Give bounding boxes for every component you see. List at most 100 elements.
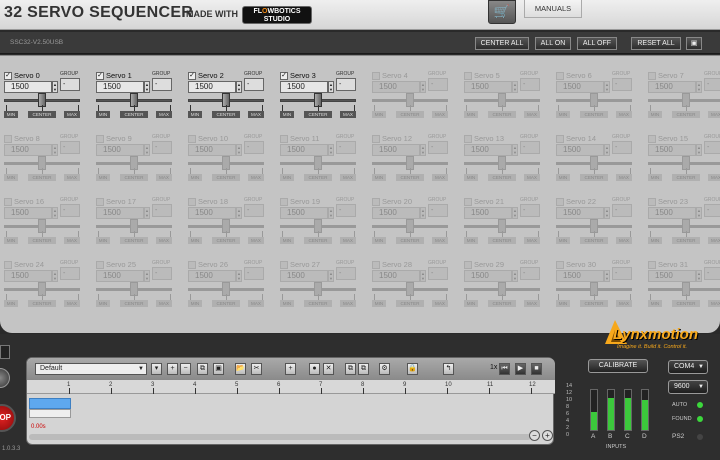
servo-value-input[interactable]: 1500 bbox=[648, 81, 696, 93]
group-select[interactable]: - bbox=[60, 141, 80, 154]
value-stepper[interactable]: ▲ ▼ bbox=[420, 144, 426, 156]
max-button[interactable]: MAX bbox=[340, 174, 356, 181]
servo-enable-checkbox[interactable] bbox=[280, 198, 288, 206]
servo-enable-checkbox[interactable] bbox=[648, 135, 656, 143]
servo-value-input[interactable]: 1500 bbox=[188, 144, 236, 156]
center-button[interactable]: CENTER bbox=[28, 174, 56, 181]
sequence-step-track[interactable] bbox=[29, 409, 71, 418]
group-select[interactable]: - bbox=[152, 141, 172, 154]
value-stepper[interactable]: ▲ ▼ bbox=[52, 144, 58, 156]
min-button[interactable]: MIN bbox=[464, 300, 478, 307]
servo-enable-checkbox[interactable] bbox=[4, 261, 12, 269]
max-button[interactable]: MAX bbox=[616, 237, 632, 244]
group-select[interactable]: - bbox=[704, 267, 720, 280]
value-stepper[interactable]: ▲ ▼ bbox=[144, 270, 150, 282]
servo-value-input[interactable]: 1500 bbox=[556, 144, 604, 156]
center-button[interactable]: CENTER bbox=[672, 237, 700, 244]
group-select[interactable]: - bbox=[152, 204, 172, 217]
center-button[interactable]: CENTER bbox=[120, 111, 148, 118]
min-button[interactable]: MIN bbox=[648, 300, 662, 307]
sequencer-button[interactable]: ↰ bbox=[443, 363, 454, 375]
max-button[interactable]: MAX bbox=[248, 174, 264, 181]
value-stepper[interactable]: ▲ ▼ bbox=[604, 81, 610, 93]
all-off-button[interactable]: ALL OFF bbox=[577, 37, 617, 50]
timeline-scrollbar[interactable] bbox=[29, 434, 531, 440]
servo-enable-checkbox[interactable] bbox=[648, 198, 656, 206]
value-stepper[interactable]: ▲ ▼ bbox=[696, 81, 702, 93]
value-stepper[interactable]: ▲ ▼ bbox=[144, 81, 150, 93]
center-button[interactable]: CENTER bbox=[120, 237, 148, 244]
sequencer-button[interactable]: ⧉ bbox=[345, 363, 356, 375]
group-select[interactable]: - bbox=[612, 267, 632, 280]
side-handle[interactable] bbox=[0, 345, 10, 359]
min-button[interactable]: MIN bbox=[648, 174, 662, 181]
sequencer-button[interactable]: ⧉ bbox=[197, 363, 208, 375]
sequencer-button[interactable]: ▣ bbox=[213, 363, 224, 375]
servo-enable-checkbox[interactable]: ✓ bbox=[4, 72, 12, 80]
sequencer-button[interactable]: + bbox=[167, 363, 178, 375]
value-stepper[interactable]: ▲ ▼ bbox=[236, 144, 242, 156]
center-button[interactable]: CENTER bbox=[396, 174, 424, 181]
min-button[interactable]: MIN bbox=[464, 174, 478, 181]
min-button[interactable]: MIN bbox=[96, 174, 110, 181]
max-button[interactable]: MAX bbox=[432, 237, 448, 244]
servo-value-input[interactable]: 1500 bbox=[280, 270, 328, 282]
servo-value-input[interactable]: 1500 bbox=[372, 144, 420, 156]
servo-enable-checkbox[interactable] bbox=[464, 72, 472, 80]
min-button[interactable]: MIN bbox=[280, 237, 294, 244]
max-button[interactable]: MAX bbox=[708, 237, 720, 244]
servo-enable-checkbox[interactable] bbox=[372, 72, 380, 80]
sequencer-button[interactable]: ⚙ bbox=[379, 363, 390, 375]
max-button[interactable]: MAX bbox=[156, 111, 172, 118]
max-button[interactable]: MAX bbox=[524, 111, 540, 118]
sequencer-button[interactable]: ✂ bbox=[251, 363, 262, 375]
calibrate-button[interactable]: CALIBRATE bbox=[588, 359, 648, 373]
center-button[interactable]: CENTER bbox=[488, 300, 516, 307]
min-button[interactable]: MIN bbox=[556, 237, 570, 244]
min-button[interactable]: MIN bbox=[280, 300, 294, 307]
min-button[interactable]: MIN bbox=[648, 237, 662, 244]
servo-value-input[interactable]: 1500 bbox=[96, 144, 144, 156]
min-button[interactable]: MIN bbox=[372, 174, 386, 181]
center-button[interactable]: CENTER bbox=[580, 237, 608, 244]
servo-value-input[interactable]: 1500 bbox=[556, 270, 604, 282]
sequencer-button[interactable]: ■ bbox=[531, 363, 542, 375]
group-select[interactable]: - bbox=[612, 78, 632, 91]
center-button[interactable]: CENTER bbox=[212, 237, 240, 244]
floppy-icon[interactable]: ▣ bbox=[686, 37, 702, 50]
servo-enable-checkbox[interactable] bbox=[556, 135, 564, 143]
servo-value-input[interactable]: 1500 bbox=[372, 81, 420, 93]
min-button[interactable]: MIN bbox=[4, 111, 18, 118]
value-stepper[interactable]: ▲ ▼ bbox=[328, 81, 334, 93]
servo-enable-checkbox[interactable] bbox=[96, 135, 104, 143]
center-button[interactable]: CENTER bbox=[672, 174, 700, 181]
value-stepper[interactable]: ▲ ▼ bbox=[420, 207, 426, 219]
sequencer-button[interactable]: 📂 bbox=[235, 363, 246, 375]
center-button[interactable]: CENTER bbox=[28, 111, 56, 118]
min-button[interactable]: MIN bbox=[464, 111, 478, 118]
sequencer-button[interactable]: − bbox=[180, 363, 191, 375]
group-select[interactable]: - bbox=[336, 204, 356, 217]
group-select[interactable]: - bbox=[428, 141, 448, 154]
max-button[interactable]: MAX bbox=[248, 111, 264, 118]
max-button[interactable]: MAX bbox=[64, 237, 80, 244]
value-stepper[interactable]: ▲ ▼ bbox=[604, 207, 610, 219]
servo-value-input[interactable]: 1500 bbox=[648, 207, 696, 219]
group-select[interactable]: - bbox=[244, 78, 264, 91]
sequence-step[interactable] bbox=[29, 398, 71, 409]
max-button[interactable]: MAX bbox=[524, 174, 540, 181]
group-select[interactable]: - bbox=[704, 204, 720, 217]
center-button[interactable]: CENTER bbox=[120, 300, 148, 307]
servo-enable-checkbox[interactable] bbox=[464, 135, 472, 143]
value-stepper[interactable]: ▲ ▼ bbox=[52, 81, 58, 93]
group-select[interactable]: - bbox=[152, 78, 172, 91]
center-button[interactable]: CENTER bbox=[28, 300, 56, 307]
max-button[interactable]: MAX bbox=[64, 111, 80, 118]
center-button[interactable]: CENTER bbox=[212, 300, 240, 307]
max-button[interactable]: MAX bbox=[248, 237, 264, 244]
group-select[interactable]: - bbox=[152, 267, 172, 280]
min-button[interactable]: MIN bbox=[188, 111, 202, 118]
value-stepper[interactable]: ▲ ▼ bbox=[144, 207, 150, 219]
max-button[interactable]: MAX bbox=[524, 237, 540, 244]
servo-enable-checkbox[interactable]: ✓ bbox=[96, 72, 104, 80]
